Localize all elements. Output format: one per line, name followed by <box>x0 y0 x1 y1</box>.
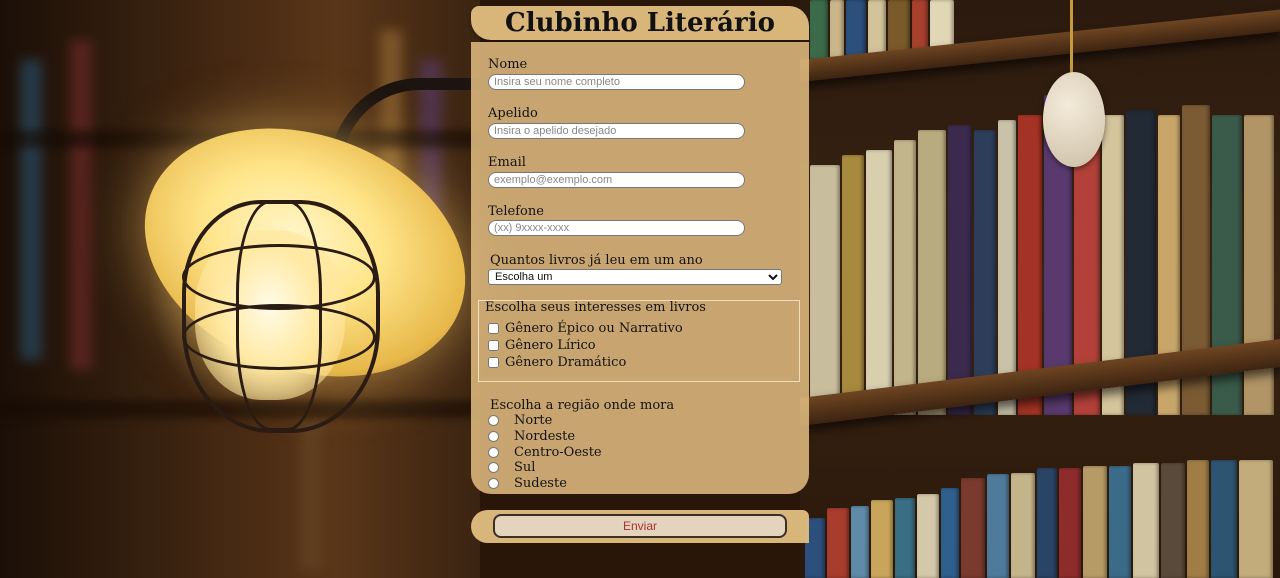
interest-lyric-label: Gênero Lírico <box>505 338 596 353</box>
form-title-bar: Clubinho Literário <box>471 6 809 40</box>
interest-lyric-option[interactable]: Gênero Lírico <box>488 338 596 353</box>
name-label: Nome <box>488 57 528 72</box>
region-south-option[interactable]: Sul <box>488 460 535 475</box>
region-midwest-label: Centro-Oeste <box>514 445 602 460</box>
region-south-radio[interactable] <box>488 462 499 473</box>
interest-epic-checkbox[interactable] <box>488 323 499 334</box>
phone-label: Telefone <box>488 204 544 219</box>
region-midwest-option[interactable]: Centro-Oeste <box>488 445 602 460</box>
books-per-year-select[interactable]: Escolha um <box>488 269 782 285</box>
region-midwest-radio[interactable] <box>488 447 499 458</box>
interest-drama-option[interactable]: Gênero Dramático <box>488 355 626 370</box>
region-southeast-option[interactable]: Sudeste <box>488 476 567 491</box>
hanging-tag <box>1043 72 1105 167</box>
form-title: Clubinho Literário <box>505 8 775 38</box>
nickname-label: Apelido <box>488 106 538 121</box>
submit-bar: Enviar <box>471 510 809 543</box>
interest-drama-checkbox[interactable] <box>488 357 499 368</box>
region-southeast-label: Sudeste <box>514 476 567 491</box>
phone-input[interactable] <box>488 220 745 236</box>
region-northeast-radio[interactable] <box>488 431 499 442</box>
region-north-radio[interactable] <box>488 415 499 426</box>
books-per-year-label: Quantos livros já leu em um ano <box>490 253 703 268</box>
interest-epic-option[interactable]: Gênero Épico ou Narrativo <box>488 321 683 336</box>
bookshelf <box>800 0 1280 578</box>
signup-form: Nome Apelido Email Telefone Quantos livr… <box>471 42 809 494</box>
interest-epic-label: Gênero Épico ou Narrativo <box>505 321 683 336</box>
region-north-option[interactable]: Norte <box>488 413 552 428</box>
region-north-label: Norte <box>514 413 553 428</box>
region-south-label: Sul <box>514 460 536 475</box>
email-input[interactable] <box>488 172 745 188</box>
region-northeast-label: Nordeste <box>514 429 576 444</box>
nickname-input[interactable] <box>488 123 745 139</box>
region-southeast-radio[interactable] <box>488 478 499 489</box>
region-label: Escolha a região onde mora <box>490 398 675 413</box>
submit-button[interactable]: Enviar <box>493 514 787 538</box>
email-label: Email <box>488 155 526 170</box>
interest-drama-label: Gênero Dramático <box>505 355 627 370</box>
name-input[interactable] <box>488 74 745 90</box>
interests-legend: Escolha seus interesses em livros <box>485 300 706 315</box>
tag-string <box>1070 0 1073 80</box>
region-northeast-option[interactable]: Nordeste <box>488 429 575 444</box>
lamp-cage <box>182 200 380 433</box>
interest-lyric-checkbox[interactable] <box>488 340 499 351</box>
